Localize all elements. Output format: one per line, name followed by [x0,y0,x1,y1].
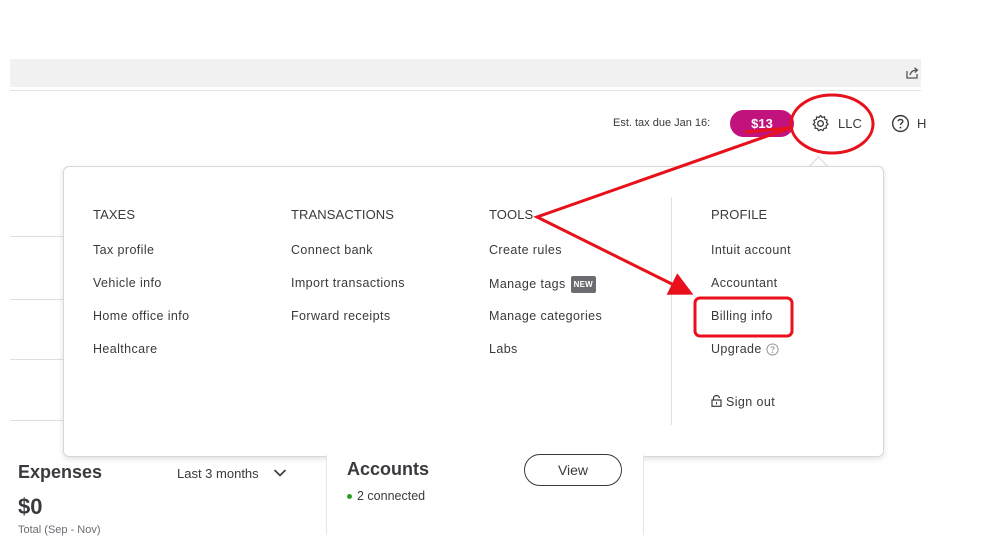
card-divider [10,299,70,300]
menu-column-taxes: TAXES Tax profile Vehicle info Home offi… [93,207,190,375]
menu-column-transactions: TRANSACTIONS Connect bank Import transac… [291,207,405,342]
menu-item-upgrade[interactable]: Upgrade [711,342,762,356]
menu-item-home-office-info[interactable]: Home office info [93,309,190,342]
new-badge: NEW [570,276,596,293]
menu-item-intuit-account[interactable]: Intuit account [711,243,791,276]
menu-item-connect-bank[interactable]: Connect bank [291,243,405,276]
menu-item-tax-profile[interactable]: Tax profile [93,243,190,276]
menu-item-manage-tags-row[interactable]: Manage tags NEW [489,276,602,309]
menu-item-manage-tags[interactable]: Manage tags [489,277,566,291]
share-icon[interactable] [904,65,920,81]
column-heading-taxes: TAXES [93,207,136,222]
help-circle-icon[interactable] [891,114,910,133]
gear-icon[interactable] [811,114,830,133]
view-accounts-button[interactable]: View [524,454,622,486]
est-tax-label: Est. tax due Jan 16: [613,117,711,129]
accounts-status: 2 connected [347,489,425,503]
column-heading-tools: TOOLS [489,207,534,222]
menu-item-billing-info[interactable]: Billing info [711,309,791,342]
lock-icon [711,395,722,407]
menu-item-vehicle-info[interactable]: Vehicle info [93,276,190,309]
chevron-down-icon[interactable] [273,468,287,478]
date-range-select[interactable]: Last 3 months [177,466,259,481]
background-card [10,236,70,421]
connected-status-dot [347,494,352,500]
est-tax-amount-badge[interactable]: $13 [730,110,794,137]
address-bar[interactable] [10,59,921,87]
menu-column-divider [671,197,672,425]
column-heading-transactions: TRANSACTIONS [291,207,395,222]
company-menu-label[interactable]: LLC [838,116,862,131]
card-divider [10,359,70,360]
accounts-connected-count: 2 connected [357,489,426,503]
column-heading-profile: PROFILE [711,207,768,222]
settings-dropdown-menu: TAXES Tax profile Vehicle info Home offi… [63,166,884,457]
expenses-total-value: $0 [18,494,43,519]
address-bar-divider [10,90,921,91]
card-divider [10,420,70,421]
menu-item-labs[interactable]: Labs [489,342,602,375]
menu-item-import-transactions[interactable]: Import transactions [291,276,405,309]
question-circle-icon[interactable] [766,343,779,356]
expenses-title: Expenses [18,462,103,482]
menu-item-create-rules[interactable]: Create rules [489,243,602,276]
menu-item-manage-categories[interactable]: Manage categories [489,309,602,342]
help-label[interactable]: H [917,116,926,131]
menu-item-upgrade-row[interactable]: Upgrade [711,342,791,375]
menu-column-profile: PROFILE Intuit account Accountant Billin… [711,207,791,427]
expenses-total-subtitle: Total (Sep - Nov) [18,524,101,536]
sign-out-row[interactable]: Sign out [711,394,791,427]
menu-item-healthcare[interactable]: Healthcare [93,342,190,375]
menu-item-sign-out[interactable]: Sign out [726,395,775,409]
menu-item-forward-receipts[interactable]: Forward receipts [291,309,405,342]
menu-item-accountant[interactable]: Accountant [711,276,791,309]
accounts-title: Accounts [347,459,430,479]
menu-column-tools: TOOLS Create rules Manage tags NEW Manage… [489,207,602,375]
